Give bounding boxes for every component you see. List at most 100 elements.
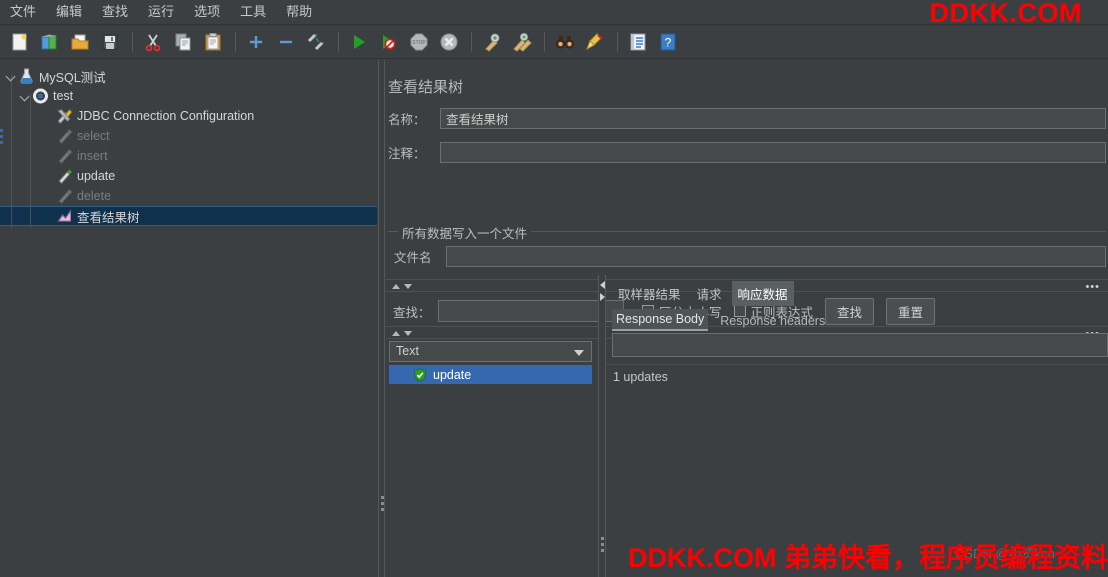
- tree-node-select[interactable]: select: [0, 126, 377, 146]
- toolbar: STOP ?: [0, 25, 1108, 59]
- toolbar-separator: [471, 31, 472, 52]
- tree-node-label: 查看结果树: [77, 210, 140, 225]
- toggle-button[interactable]: [302, 28, 330, 56]
- splitter-grip-dot: [601, 549, 604, 552]
- new-file-icon: [12, 33, 27, 50]
- tree-node-delete[interactable]: delete: [0, 186, 377, 206]
- list-item-label: update: [433, 367, 472, 382]
- tree-node-label: update: [77, 169, 116, 183]
- paste-button[interactable]: [199, 28, 227, 56]
- results-list[interactable]: update: [389, 365, 592, 577]
- tree-node-label: MySQL测试: [39, 70, 106, 85]
- search-button[interactable]: [551, 28, 579, 56]
- test-plan-icon: [20, 68, 33, 84]
- menu-search[interactable]: 查找: [93, 1, 137, 23]
- collapse-button[interactable]: [272, 28, 300, 56]
- collapse-down-icon[interactable]: [404, 331, 412, 336]
- splitter-grip-dot: [381, 502, 384, 505]
- tree-guide-line: [30, 94, 31, 228]
- result-tabs: 取样器结果 请求 响应数据: [612, 281, 798, 306]
- tree-node-thread-group[interactable]: test: [0, 86, 377, 106]
- menu-run[interactable]: 运行: [139, 1, 183, 23]
- name-label: 名称：: [388, 113, 426, 127]
- tab-response-data[interactable]: 响应数据: [731, 281, 794, 306]
- test-plan-tree[interactable]: MySQL测试 test JDBC Connection Configurati…: [0, 60, 377, 577]
- tree-node-test-plan[interactable]: MySQL测试: [0, 66, 377, 86]
- response-divider: [606, 364, 1108, 365]
- open-file-button[interactable]: [66, 28, 94, 56]
- shutdown-icon: [440, 33, 458, 50]
- menu-tools[interactable]: 工具: [231, 1, 275, 23]
- toolbar-separator: [617, 31, 618, 52]
- config-element-icon: [57, 109, 73, 124]
- filename-label: 文件名: [394, 251, 432, 265]
- open-folder-icon: [71, 34, 89, 49]
- more-options-icon[interactable]: •••: [1085, 281, 1100, 293]
- tab-sampler-result[interactable]: 取样器结果: [612, 281, 687, 306]
- collapse-up-icon[interactable]: [392, 284, 400, 289]
- stop-button[interactable]: STOP: [405, 28, 433, 56]
- menu-help[interactable]: 帮助: [277, 1, 321, 23]
- main-splitter[interactable]: [378, 60, 385, 577]
- jdbc-request-icon: [58, 189, 73, 204]
- comment-input[interactable]: [440, 142, 1106, 163]
- cut-icon: [145, 34, 161, 51]
- view-results-tree-icon: [57, 209, 71, 222]
- collapse-down-icon[interactable]: [404, 284, 412, 289]
- renderer-select[interactable]: Text: [389, 341, 592, 362]
- help-button[interactable]: ?: [654, 28, 682, 56]
- add-icon: [250, 35, 262, 48]
- save-button[interactable]: [96, 28, 124, 56]
- expand-button[interactable]: [242, 28, 270, 56]
- clear-all-button[interactable]: [508, 28, 536, 56]
- chevron-down-icon[interactable]: [574, 350, 584, 356]
- tab-request[interactable]: 请求: [691, 281, 728, 306]
- reset-button[interactable]: 重置: [886, 297, 936, 325]
- tree-node-insert[interactable]: insert: [0, 146, 377, 166]
- menu-bar: 文件 编辑 查找 运行 选项 工具 帮助: [0, 0, 1108, 25]
- copy-button[interactable]: [169, 28, 197, 56]
- menu-options[interactable]: 选项: [185, 1, 229, 23]
- start-button[interactable]: [345, 28, 373, 56]
- tree-node-update[interactable]: update: [0, 166, 377, 186]
- templates-icon: [41, 33, 57, 49]
- response-body-text: 1 updates: [613, 370, 668, 384]
- list-item[interactable]: update: [389, 365, 592, 384]
- subtab-response-body[interactable]: Response Body: [612, 309, 709, 331]
- menu-file[interactable]: 文件: [1, 1, 45, 23]
- response-search-input[interactable]: [612, 333, 1108, 357]
- name-input[interactable]: [440, 108, 1106, 129]
- tree-node-view-results-tree[interactable]: 查看结果树: [0, 206, 377, 226]
- start-no-pause-button[interactable]: [375, 28, 403, 56]
- shutdown-button[interactable]: [435, 28, 463, 56]
- success-shield-icon: [414, 367, 426, 382]
- chevron-down-icon[interactable]: [4, 69, 18, 83]
- toolbar-separator: [235, 31, 236, 52]
- tree-edge-mark: [0, 135, 3, 138]
- comment-row: 注释：: [388, 142, 1106, 163]
- remove-icon: [280, 40, 292, 43]
- write-all-data-groupbox: 所有数据写入一个文件 文件名: [388, 223, 1106, 277]
- collapse-up-icon[interactable]: [392, 331, 400, 336]
- search-input[interactable]: [438, 300, 624, 322]
- splitter-collapse-right-icon[interactable]: [600, 293, 605, 301]
- jdbc-request-icon: [58, 149, 73, 164]
- subtab-response-headers[interactable]: Response headers: [716, 311, 829, 331]
- menu-edit[interactable]: 编辑: [47, 1, 91, 23]
- chevron-down-icon[interactable]: [18, 89, 32, 103]
- templates-button[interactable]: [36, 28, 64, 56]
- tree-node-jdbc-connection-configuration[interactable]: JDBC Connection Configuration: [0, 106, 377, 126]
- results-splitter[interactable]: [598, 275, 606, 577]
- filename-input[interactable]: [446, 246, 1106, 267]
- search-binoculars-icon: [556, 35, 574, 48]
- cut-button[interactable]: [139, 28, 167, 56]
- search-reset-button[interactable]: [581, 28, 609, 56]
- svg-text:?: ?: [665, 35, 672, 49]
- comment-label: 注释：: [388, 147, 426, 161]
- new-file-button[interactable]: [6, 28, 34, 56]
- clear-button[interactable]: [478, 28, 506, 56]
- function-helper-button[interactable]: [624, 28, 652, 56]
- splitter-collapse-left-icon[interactable]: [600, 281, 605, 289]
